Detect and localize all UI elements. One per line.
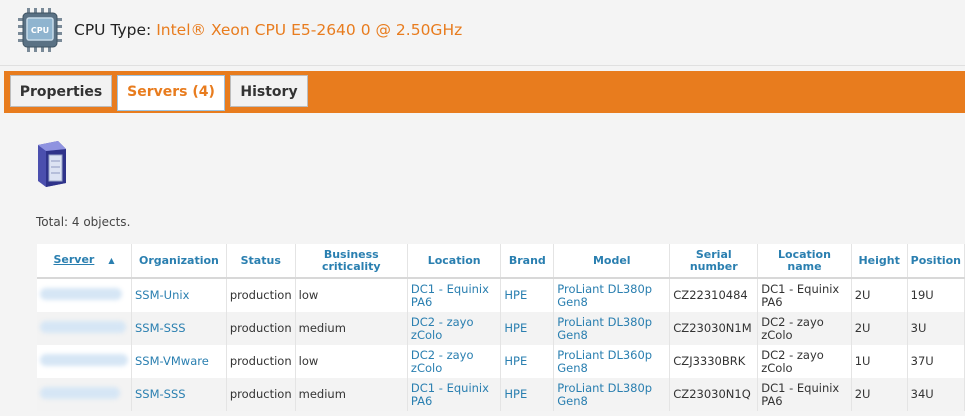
position-cell: 3U <box>907 312 965 345</box>
brand-link[interactable]: HPE <box>504 387 527 401</box>
organization-link[interactable]: SSM-VMware <box>135 354 209 368</box>
column-header-position[interactable]: Position <box>907 244 965 279</box>
location-link[interactable]: DC1 - Equinix PA6 <box>411 381 489 408</box>
title-label: CPU Type: <box>74 21 152 39</box>
serial-cell: CZJ3330BRK <box>669 345 759 378</box>
server-name-redacted[interactable] <box>37 278 132 312</box>
column-header-serial-number[interactable]: Serial number <box>669 244 759 279</box>
column-header-business-criticality[interactable]: Business criticality <box>295 244 408 279</box>
height-cell: 2U <box>851 312 908 345</box>
serial-cell: CZ23030N1Q <box>669 378 759 411</box>
table-row[interactable]: SSM-VMware production low DC2 - zayo zCo… <box>37 345 965 378</box>
cpu-icon-text: CPU <box>31 26 49 35</box>
column-header-model[interactable]: Model <box>553 244 671 279</box>
organization-link[interactable]: SSM-SSS <box>135 321 186 335</box>
height-cell: 2U <box>851 378 908 411</box>
model-link[interactable]: ProLiant DL380p Gen8 <box>557 315 652 342</box>
server-name-redacted[interactable] <box>37 345 132 378</box>
location-link[interactable]: DC1 - Equinix PA6 <box>411 282 489 309</box>
column-header-brand[interactable]: Brand <box>500 244 555 279</box>
table-row[interactable]: SSM-SSS production medium DC2 - zayo zCo… <box>37 312 965 345</box>
criticality-cell: medium <box>295 312 408 345</box>
cpu-name: Intel® Xeon CPU E5-2640 0 @ 2.50GHz <box>156 21 463 39</box>
status-cell: production <box>226 312 296 345</box>
page-header: CPU CPU Type: Intel® Xeon CPU E5-2640 0 … <box>0 0 965 66</box>
total-count: Total: 4 objects. <box>36 215 131 229</box>
status-cell: production <box>226 278 296 312</box>
organization-link[interactable]: SSM-SSS <box>135 387 186 401</box>
location-link[interactable]: DC2 - zayo zColo <box>411 348 474 375</box>
location-link[interactable]: DC2 - zayo zColo <box>411 315 474 342</box>
location-name-cell: DC2 - zayo zColo <box>757 345 852 378</box>
model-link[interactable]: ProLiant DL360p Gen8 <box>557 348 652 375</box>
sort-ascending-icon: ▲ <box>108 256 115 265</box>
serial-cell: CZ22310484 <box>669 278 759 312</box>
brand-link[interactable]: HPE <box>504 354 527 368</box>
model-link[interactable]: ProLiant DL380p Gen8 <box>557 381 652 408</box>
tab-properties[interactable]: Properties <box>10 75 112 107</box>
server-icon <box>38 141 66 187</box>
column-header-organization[interactable]: Organization <box>131 244 227 279</box>
tab-servers[interactable]: Servers (4) <box>117 75 225 111</box>
column-header-location-name[interactable]: Location name <box>757 244 852 279</box>
column-header-height[interactable]: Height <box>851 244 908 279</box>
criticality-cell: medium <box>295 378 408 411</box>
tab-history[interactable]: History <box>230 75 308 107</box>
criticality-cell: low <box>295 278 408 312</box>
location-name-cell: DC1 - Equinix PA6 <box>757 378 852 411</box>
location-name-cell: DC1 - Equinix PA6 <box>757 278 852 312</box>
table-row[interactable]: SSM-Unix production low DC1 - Equinix PA… <box>37 278 965 312</box>
brand-link[interactable]: HPE <box>504 288 527 302</box>
position-cell: 37U <box>907 345 965 378</box>
page-title: CPU Type: Intel® Xeon CPU E5-2640 0 @ 2.… <box>74 21 462 39</box>
server-name-redacted[interactable] <box>37 378 132 411</box>
table-row[interactable]: SSM-SSS production medium DC1 - Equinix … <box>37 378 965 411</box>
column-header-location[interactable]: Location <box>407 244 502 279</box>
column-header-server[interactable]: Server ▲ <box>37 244 132 279</box>
tab-bar: Properties Servers (4) History <box>4 71 965 113</box>
table-header-row: Server ▲ Organization Status Business cri… <box>37 244 965 279</box>
location-name-cell: DC2 - zayo zColo <box>757 312 852 345</box>
position-cell: 19U <box>907 278 965 312</box>
serial-cell: CZ23030N1M <box>669 312 759 345</box>
tab-content: Total: 4 objects. Server ▲ Organization S… <box>0 113 965 416</box>
column-header-status[interactable]: Status <box>226 244 296 279</box>
status-cell: production <box>226 345 296 378</box>
server-name-redacted[interactable] <box>37 312 132 345</box>
height-cell: 2U <box>851 278 908 312</box>
position-cell: 34U <box>907 378 965 411</box>
criticality-cell: low <box>295 345 408 378</box>
organization-link[interactable]: SSM-Unix <box>135 288 189 302</box>
model-link[interactable]: ProLiant DL380p Gen8 <box>557 282 652 309</box>
brand-link[interactable]: HPE <box>504 321 527 335</box>
cpu-chip-icon: CPU <box>18 8 62 52</box>
status-cell: production <box>226 378 296 411</box>
height-cell: 1U <box>851 345 908 378</box>
servers-table: Server ▲ Organization Status Business cri… <box>37 244 965 411</box>
